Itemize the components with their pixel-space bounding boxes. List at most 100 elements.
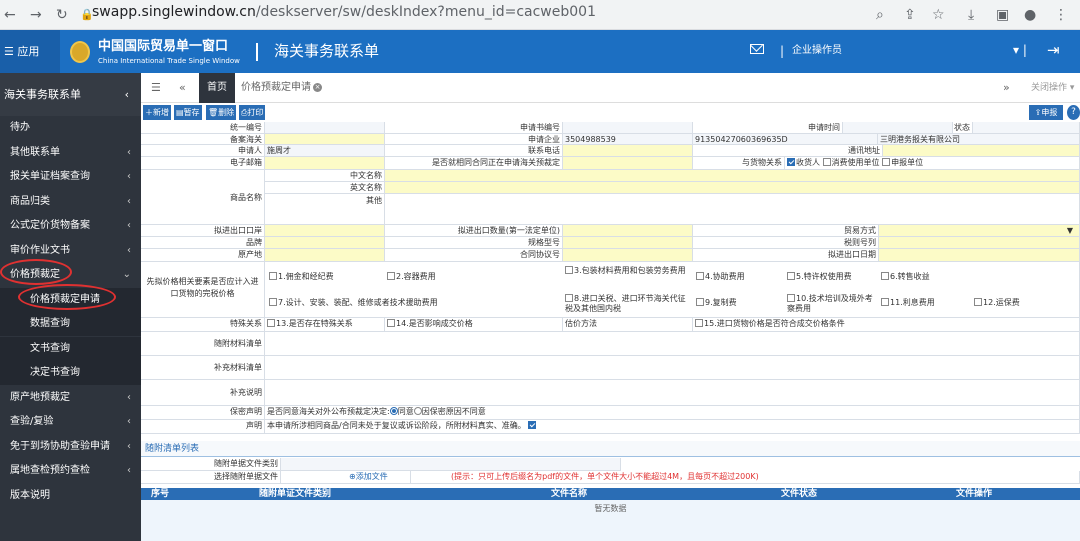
tab-prev-icon[interactable]: « (179, 81, 186, 95)
sidebar-item-items20[interactable]: 原产地预裁定 ‹ (0, 386, 141, 410)
hs-code-field[interactable] (879, 237, 1080, 249)
sidebar-item-items23[interactable]: 属地查检预约查检 ‹ (0, 459, 141, 483)
sidebar-subitem-1[interactable]: 数据查询 (0, 312, 141, 336)
email-field[interactable] (265, 157, 385, 170)
print-button[interactable]: ⎙打印 (239, 105, 266, 120)
price-factor-checkbox[interactable] (387, 271, 395, 280)
sidebar-item-label: 原产地预裁定 (10, 391, 70, 403)
address-bar[interactable]: swapp.singlewindow.cn/deskserver/sw/desk… (92, 3, 596, 21)
forward-icon[interactable]: → (30, 6, 42, 24)
name-en-field[interactable] (385, 182, 1080, 194)
add-file-button[interactable]: ⊕添加文件 (281, 471, 411, 484)
mail-icon[interactable] (750, 44, 764, 54)
delete-button[interactable]: 🗑删除 (206, 105, 237, 120)
port-field[interactable] (265, 225, 385, 237)
save-button[interactable]: ▤暂存 (174, 105, 202, 120)
declarant-checkbox[interactable] (882, 157, 891, 166)
price-factor-checkbox[interactable] (881, 297, 889, 306)
sidebar-item-items22[interactable]: 免于到场协助查验申请 ‹ (0, 435, 141, 459)
contact-phone-field[interactable] (563, 145, 693, 157)
bookmark-star-icon[interactable]: ☆ (932, 6, 945, 24)
price-factor-checkbox[interactable] (565, 265, 573, 274)
unified-no-field[interactable] (265, 122, 385, 134)
price-factor-checkbox[interactable] (787, 293, 795, 302)
price-factor-checkbox[interactable] (269, 297, 277, 306)
add-button[interactable]: ＋新增 (143, 105, 171, 120)
sidebar-subitem-3[interactable]: 决定书查询 (0, 361, 141, 385)
agree-radio[interactable] (389, 406, 398, 415)
close-operations[interactable]: 关闭操作 ▾ (1031, 81, 1074, 95)
opt13-checkbox[interactable] (267, 318, 275, 327)
apply-no-field[interactable] (563, 122, 693, 134)
company-name-field: 三明港务报关有限公司 (878, 134, 1080, 145)
consignee-checkbox[interactable] (787, 157, 795, 166)
declare-button[interactable]: ⇪申报 (1029, 105, 1063, 120)
sidebar-item-items2[interactable]: 报关单证档案查询 ‹ (0, 165, 141, 189)
opt15-checkbox[interactable] (695, 318, 703, 327)
help-icon[interactable]: ? (1067, 105, 1080, 120)
attach-list-field[interactable] (265, 332, 1080, 356)
logout-icon[interactable]: ⇥ (1047, 40, 1060, 60)
sidepanel-icon[interactable]: ▣ (996, 6, 1009, 24)
spec-field[interactable] (563, 237, 693, 249)
sidebar-item-items4[interactable]: 公式定价货物备案 ‹ (0, 214, 141, 238)
qty-field[interactable] (563, 225, 693, 237)
brand-field[interactable] (265, 237, 385, 249)
user-role[interactable]: 企业操作员 (792, 43, 842, 59)
sidebar-subitem-2[interactable]: 文书查询 (0, 336, 141, 361)
name-other-field[interactable] (385, 194, 1080, 225)
sidebar-item-items5[interactable]: 审价作业文书 ‹ (0, 239, 141, 263)
price-factor-checkbox[interactable] (974, 297, 982, 306)
menu-kebab-icon[interactable]: ⋮ (1054, 6, 1068, 24)
zoom-icon[interactable]: ⌕ (876, 6, 884, 24)
collapse-icon[interactable]: ‹ (125, 73, 129, 116)
trade-mode-select[interactable]: ▼ (879, 225, 1080, 237)
add-file-label: 添加文件 (355, 472, 388, 481)
same-contract-select[interactable] (563, 157, 693, 170)
price-factor-checkbox[interactable] (881, 271, 889, 280)
sidebar-item-items24[interactable]: 版本说明 (0, 484, 141, 508)
user-dropdown-icon[interactable]: ▾ | (1013, 42, 1027, 58)
reload-icon[interactable]: ↻ (56, 6, 68, 24)
declare-checkbox[interactable] (528, 420, 537, 429)
share-icon[interactable]: ⇪ (904, 6, 916, 24)
price-factor-checkbox[interactable] (696, 271, 704, 280)
profile-icon[interactable]: ● (1024, 6, 1036, 24)
tab-price-ruling[interactable]: 价格预裁定申请 × (241, 80, 322, 96)
applicant-field[interactable]: 施周才 (265, 145, 385, 157)
name-cn-field[interactable] (385, 170, 1080, 182)
origin-field[interactable] (265, 249, 385, 262)
price-factor-checkbox[interactable] (565, 293, 573, 302)
user-unit-checkbox[interactable] (822, 157, 831, 166)
back-icon[interactable]: ← (4, 6, 16, 24)
label-attach-type: 随附单据文件类别 (141, 458, 281, 471)
app-menu-button[interactable]: ☰ 应用 (0, 30, 60, 73)
price-factor-checkbox[interactable] (269, 271, 277, 280)
tab-home[interactable]: 首页 (199, 73, 235, 103)
sidebar-item-items3[interactable]: 商品归类 ‹ (0, 190, 141, 214)
declare-text: 本申请所涉相同商品/合同未处于复议或诉讼阶段，所附材料真实、准确。 (267, 421, 526, 430)
tab-close-icon[interactable]: × (313, 82, 322, 92)
price-factor-label: 11.利息费用 (890, 298, 935, 307)
price-factor-checkbox[interactable] (696, 297, 704, 306)
opt14-checkbox[interactable] (387, 318, 395, 327)
disagree-radio[interactable] (413, 406, 422, 415)
supp-list-field[interactable] (265, 356, 1080, 380)
menu-toggle-icon[interactable]: ☰ (151, 81, 161, 95)
download-icon[interactable]: ⤓ (968, 6, 974, 24)
customs-field[interactable] (265, 134, 385, 145)
apply-time-field[interactable] (843, 122, 953, 134)
sidebar-item-items1[interactable]: 其他联系单 ‹ (0, 141, 141, 165)
sidebar-header[interactable]: 海关事务联系单 ‹ (0, 73, 141, 116)
tab-next-icon[interactable]: » (1003, 81, 1010, 95)
price-factor-checkbox[interactable] (787, 271, 795, 280)
price-factor-6: 6.转售收益 (881, 271, 976, 282)
supp-note-field[interactable] (265, 380, 1080, 406)
attach-type-select[interactable] (281, 458, 621, 471)
address-field[interactable] (883, 145, 1080, 157)
date-field[interactable] (879, 249, 1080, 262)
sidebar-item-label: 商品归类 (10, 195, 50, 207)
sidebar-item-items0[interactable]: 待办 (0, 116, 141, 140)
contract-no-field[interactable] (563, 249, 693, 262)
sidebar-item-items21[interactable]: 查验/复验 ‹ (0, 410, 141, 434)
